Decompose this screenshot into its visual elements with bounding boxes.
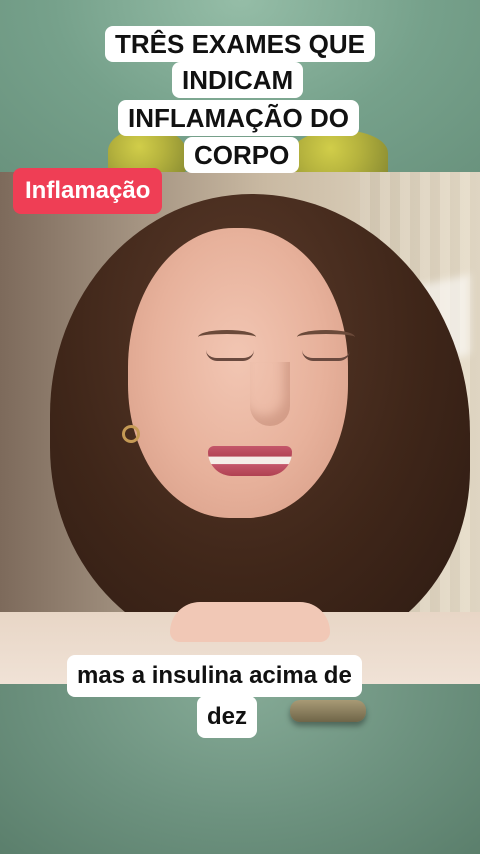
caption-line-1: mas a insulina acima de [67, 655, 362, 697]
person-nose [250, 362, 290, 426]
title-line-1: TRÊS EXAMES QUE [105, 26, 375, 62]
title-line-4: CORPO [184, 137, 300, 173]
title-line-3: INFLAMAÇÃO DO [118, 100, 359, 136]
person-earring [122, 425, 140, 443]
video-post-screen: TRÊS EXAMES QUE INDICAM INFLAMAÇÃO DO CO… [0, 0, 480, 854]
background-object [290, 700, 366, 722]
person-eye-left [206, 350, 254, 361]
caption-line-2: dez [197, 696, 258, 738]
person-mouth [208, 446, 292, 476]
person-brow-left [198, 330, 256, 344]
person-hands [170, 602, 330, 642]
person-brow-right [297, 330, 355, 344]
person-eye-right [302, 350, 350, 361]
background-tree-right [292, 130, 388, 176]
topic-tag: Inflamação [13, 168, 163, 214]
title-line-2: INDICAM [172, 62, 304, 98]
